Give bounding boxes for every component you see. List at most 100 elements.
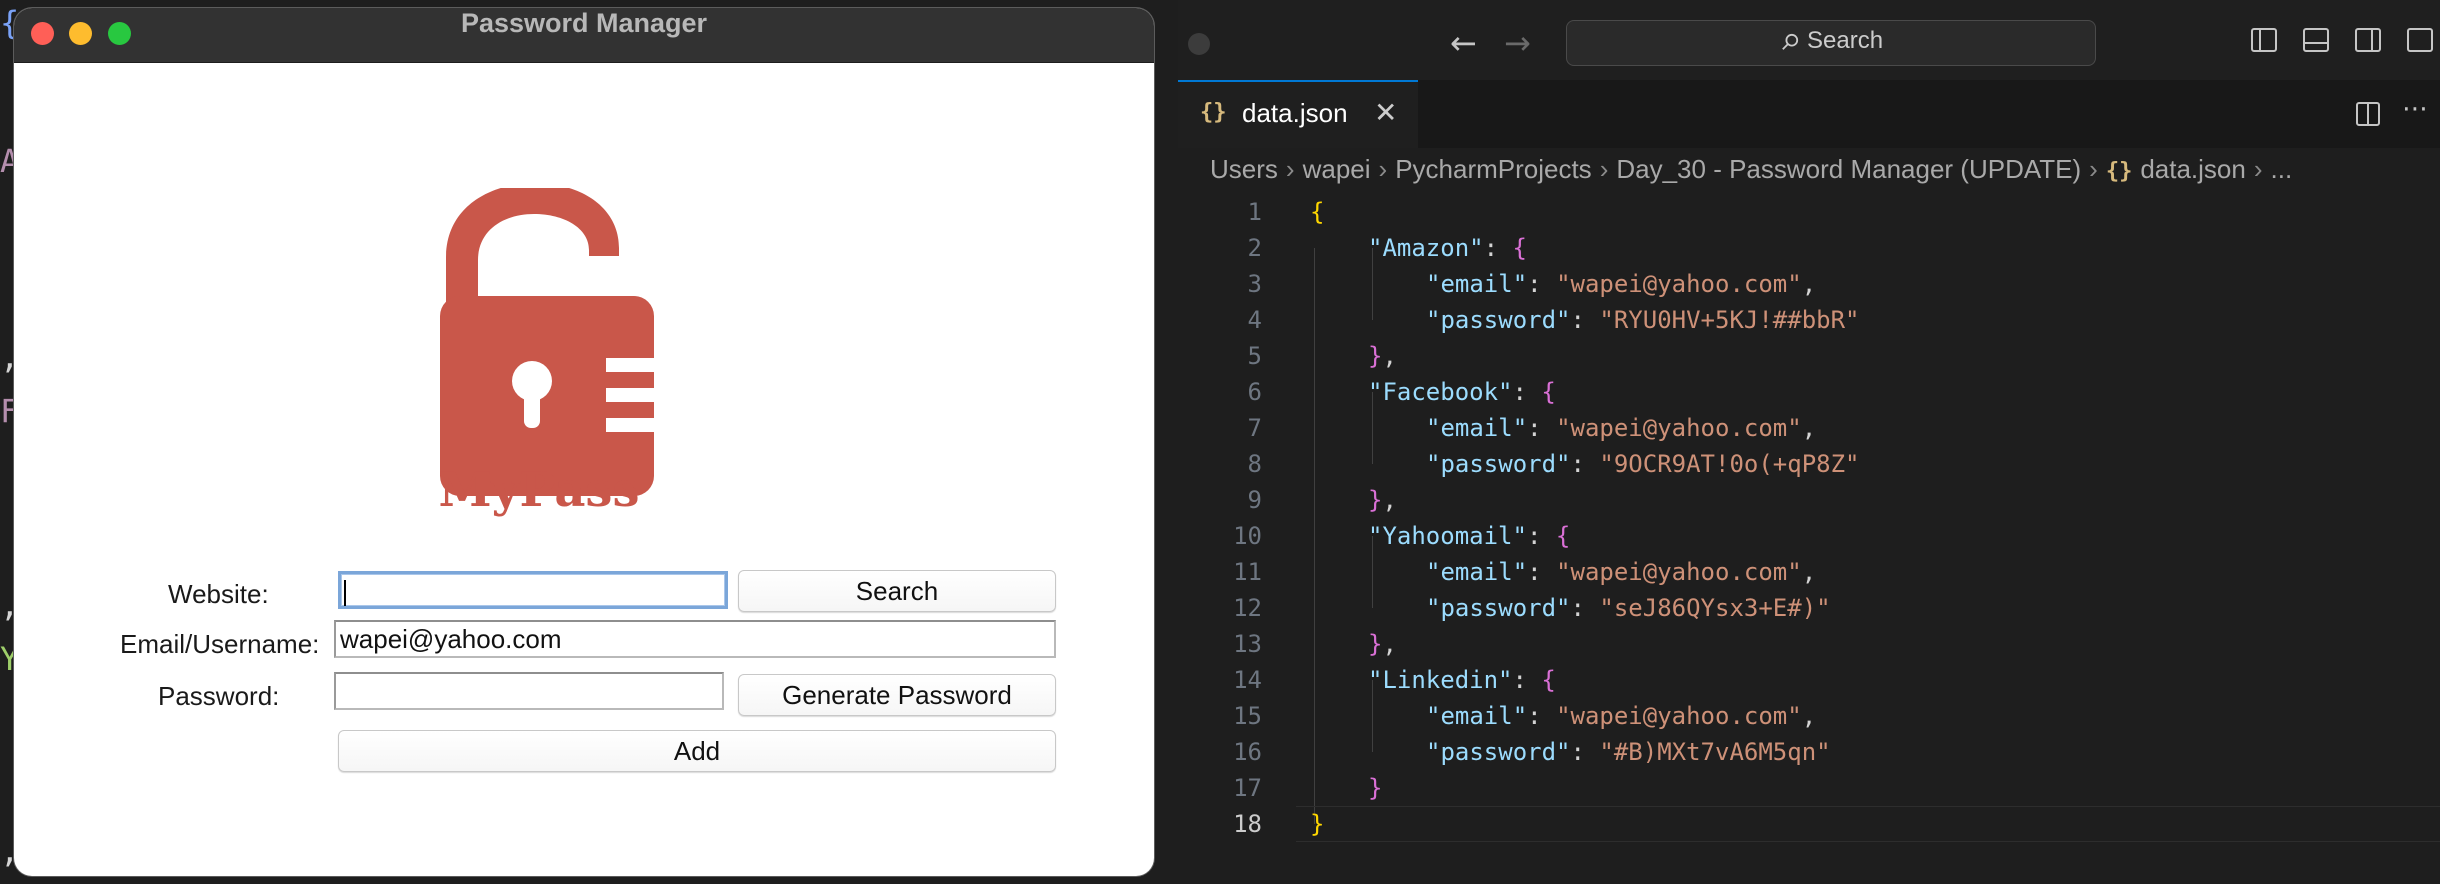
code-text: "Facebook": { — [1368, 374, 1556, 410]
code-token: "password" — [1426, 306, 1571, 334]
code-token: { — [1555, 522, 1571, 550]
code-token: , — [1801, 270, 1817, 298]
email-username-input[interactable]: wapei@yahoo.com — [334, 620, 1056, 658]
code-text: "Yahoomail": { — [1368, 518, 1570, 554]
breadcrumb-item[interactable]: data.json — [2140, 154, 2246, 184]
code-text: { — [1310, 194, 1324, 230]
line-number: 1 — [1247, 198, 1262, 226]
code-token: } — [1368, 486, 1383, 514]
toggle-primary-sidebar-icon[interactable] — [2250, 26, 2278, 54]
code-text: "password": "#B)MXt7vA6M5qn" — [1426, 734, 1831, 770]
code-token: "password" — [1426, 738, 1571, 766]
breadcrumb-item[interactable]: Day_30 - Password Manager (UPDATE) — [1616, 154, 2081, 184]
line-number: 6 — [1247, 378, 1262, 406]
code-text: "password": "RYU0HV+5KJ!##bbR" — [1426, 302, 1860, 338]
code-line[interactable]: 7 "email": "wapei@yahoo.com", — [1178, 410, 2440, 446]
code-line[interactable]: 1{ — [1178, 194, 2440, 230]
command-center-search[interactable]: Search — [1566, 20, 2096, 66]
code-token: : — [1526, 522, 1556, 550]
editor-tab-bar: {} data.json ✕ ⋯ — [1178, 80, 2440, 148]
customize-layout-icon[interactable] — [2406, 26, 2434, 54]
code-line[interactable]: 5}, — [1178, 338, 2440, 374]
code-token: "#B)MXt7vA6M5qn" — [1599, 738, 1831, 766]
code-token: "Facebook" — [1368, 378, 1513, 406]
add-button[interactable]: Add — [338, 730, 1056, 772]
json-file-icon: {} — [1200, 100, 1227, 125]
code-token: "wapei@yahoo.com" — [1556, 558, 1802, 586]
window-control-dot[interactable] — [1188, 33, 1210, 55]
code-token: { — [1541, 666, 1556, 694]
breadcrumb-item[interactable]: Users — [1210, 154, 1278, 184]
split-editor-icon[interactable] — [2354, 100, 2382, 128]
code-line[interactable]: 8 "password": "9OCR9AT!0o(+qP8Z" — [1178, 446, 2440, 482]
code-line[interactable]: 18} — [1178, 806, 2440, 842]
more-actions-icon[interactable]: ⋯ — [2402, 94, 2428, 124]
code-token: : — [1512, 378, 1542, 406]
code-token: : — [1527, 270, 1557, 298]
json-file-icon: {} — [2105, 159, 2133, 184]
code-token: , — [1801, 702, 1817, 730]
code-token: : — [1570, 306, 1600, 334]
code-token: "email" — [1426, 270, 1528, 298]
vscode-titlebar: ← → Search — [1178, 0, 2440, 81]
password-input[interactable] — [334, 672, 724, 710]
line-number: 11 — [1233, 558, 1262, 586]
code-token: , — [1382, 342, 1397, 370]
code-line[interactable]: 16 "password": "#B)MXt7vA6M5qn" — [1178, 734, 2440, 770]
breadcrumb-item[interactable]: PycharmProjects — [1395, 154, 1592, 184]
code-line[interactable]: 15 "email": "wapei@yahoo.com", — [1178, 698, 2440, 734]
code-token: , — [1382, 486, 1397, 514]
breadcrumb-item[interactable]: wapei — [1303, 154, 1371, 184]
code-text: }, — [1368, 338, 1397, 374]
code-token: , — [1801, 414, 1817, 442]
breadcrumb-item[interactable]: ... — [2271, 154, 2293, 184]
code-token: } — [1368, 774, 1383, 802]
code-token: : — [1570, 594, 1600, 622]
toggle-secondary-sidebar-icon[interactable] — [2354, 26, 2382, 54]
code-line[interactable]: 12 "password": "seJ86QYsx3+E#)" — [1178, 590, 2440, 626]
toggle-panel-icon[interactable] — [2302, 26, 2330, 54]
search-button[interactable]: Search — [738, 570, 1056, 612]
code-line[interactable]: 9}, — [1178, 482, 2440, 518]
search-placeholder: Search — [1807, 27, 1884, 54]
forward-arrow-icon[interactable]: → — [1504, 24, 1531, 62]
code-token: "Linkedin" — [1368, 666, 1513, 694]
code-text: "email": "wapei@yahoo.com", — [1426, 554, 1816, 590]
code-line[interactable]: 2 "Amazon": { — [1178, 230, 2440, 266]
chevron-right-icon: › — [1599, 154, 1609, 184]
code-text: }, — [1368, 482, 1397, 518]
code-line[interactable]: 17} — [1178, 770, 2440, 806]
generate-password-button[interactable]: Generate Password — [738, 674, 1056, 716]
code-token: } — [1310, 810, 1325, 838]
line-number: 9 — [1247, 486, 1262, 514]
code-text: "email": "wapei@yahoo.com", — [1426, 698, 1816, 734]
back-arrow-icon[interactable]: ← — [1450, 24, 1477, 62]
code-line[interactable]: 4 "password": "RYU0HV+5KJ!##bbR" — [1178, 302, 2440, 338]
code-line[interactable]: 14 "Linkedin": { — [1178, 662, 2440, 698]
window-titlebar[interactable]: Password Manager — [14, 8, 1154, 63]
website-input[interactable] — [338, 571, 728, 609]
line-number: 8 — [1247, 450, 1262, 478]
code-line[interactable]: 3 "email": "wapei@yahoo.com", — [1178, 266, 2440, 302]
code-token: , — [1382, 630, 1397, 658]
code-line[interactable]: 6 "Facebook": { — [1178, 374, 2440, 410]
text-caret — [344, 580, 346, 606]
code-token: : — [1570, 450, 1600, 478]
tab-data-json[interactable]: {} data.json ✕ — [1178, 80, 1418, 148]
vscode-window: ← → Search {} data.json ✕ ⋯ Users › wape… — [1178, 0, 2440, 884]
code-token: { — [1310, 198, 1325, 226]
code-token: : — [1527, 414, 1557, 442]
line-number: 4 — [1247, 306, 1262, 334]
code-line[interactable]: 13}, — [1178, 626, 2440, 662]
code-line[interactable]: 10 "Yahoomail": { — [1178, 518, 2440, 554]
line-number: 5 — [1247, 342, 1262, 370]
code-token: "Yahoomail" — [1368, 522, 1527, 550]
line-number: 13 — [1233, 630, 1262, 658]
code-line[interactable]: 11 "email": "wapei@yahoo.com", — [1178, 554, 2440, 590]
password-manager-window: Password Manager MyPass Website: Search … — [14, 8, 1154, 876]
chevron-right-icon: › — [2253, 154, 2263, 184]
code-text: } — [1368, 770, 1382, 806]
close-tab-icon[interactable]: ✕ — [1374, 96, 1397, 129]
code-token: "wapei@yahoo.com" — [1556, 414, 1802, 442]
code-token: , — [1801, 558, 1817, 586]
